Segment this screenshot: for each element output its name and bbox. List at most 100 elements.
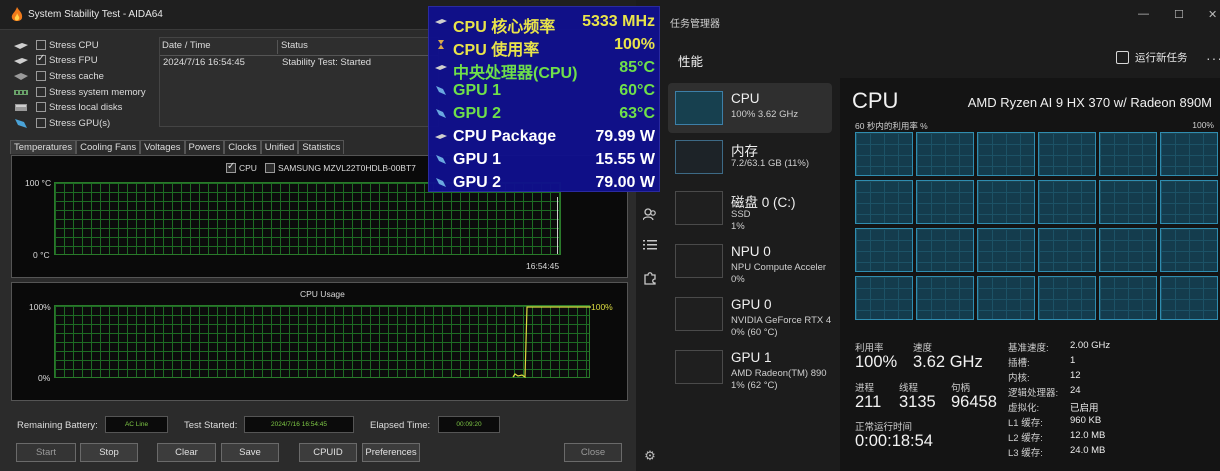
stress-cache-item[interactable]: Stress cache <box>14 69 104 83</box>
disk-icon <box>15 103 27 111</box>
preferences-button[interactable]: Preferences <box>362 443 420 462</box>
clear-button[interactable]: Clear <box>157 443 216 462</box>
gpu-power-icon <box>436 155 446 164</box>
tab-voltages[interactable]: Voltages <box>140 140 185 154</box>
run-new-task-button[interactable]: 运行新任务 <box>1116 50 1188 65</box>
cpu-temp-trace <box>557 197 558 254</box>
logical-processor-graphs <box>855 132 1218 320</box>
cpu-model-name: AMD Ryzen AI 9 HX 370 w/ Radeon 890M <box>967 95 1212 110</box>
stress-disk-item[interactable]: Stress local disks <box>14 100 122 114</box>
device-item-memory[interactable]: 内存 7.2/63.1 GB (11%) <box>668 132 832 182</box>
services-puzzle-icon[interactable] <box>641 271 659 289</box>
cpu-usage-graph: CPU Usage 100% 0% 100% <box>11 282 628 401</box>
logical-processors-label: 逻辑处理器: <box>1008 388 1059 399</box>
details-list-icon[interactable] <box>641 238 659 256</box>
tab-clocks[interactable]: Clocks <box>224 140 261 154</box>
handle-label: 句柄 <box>951 383 971 394</box>
util-label: 利用率 <box>855 343 884 354</box>
device-item-disk[interactable]: 磁盘 0 (C:) SSD 1% <box>668 183 832 233</box>
device-usage: 0% <box>731 274 745 285</box>
device-item-npu[interactable]: NPU 0 NPU Compute Acceler 0% <box>668 236 832 286</box>
sockets-label: 插槽: <box>1008 358 1030 369</box>
virtualization-label: 虚拟化: <box>1008 403 1040 414</box>
stress-disk-checkbox[interactable] <box>36 102 46 112</box>
stress-gpu-item[interactable]: Stress GPU(s) <box>14 116 110 130</box>
gpu-power-icon <box>436 178 446 187</box>
device-item-gpu1[interactable]: GPU 1 AMD Radeon(TM) 890 1% (62 °C) <box>668 342 832 392</box>
cpuid-button[interactable]: CPUID <box>299 443 357 462</box>
window-title: System Stability Test - AIDA64 <box>28 9 163 20</box>
start-button[interactable]: Start <box>16 443 76 462</box>
battery-label: Remaining Battery: <box>17 420 98 431</box>
tab-cooling-fans[interactable]: Cooling Fans <box>76 140 141 154</box>
stress-gpu-label: Stress GPU(s) <box>49 117 111 129</box>
clock-icon <box>435 19 447 24</box>
cpu-power-icon <box>435 134 447 139</box>
elapsed-time-label: Elapsed Time: <box>370 420 431 431</box>
tm-titlebar: 任务管理器 — ☐ ✕ <box>636 0 1220 40</box>
stress-cpu-item[interactable]: Stress CPU <box>14 38 99 52</box>
users-icon[interactable] <box>641 207 659 225</box>
osd-row-gpu2-power: GPU 2 79.00 W <box>429 172 661 194</box>
save-button[interactable]: Save <box>221 443 279 462</box>
legend-cpu-checkbox[interactable] <box>226 161 236 173</box>
close-window-icon[interactable]: ✕ <box>1208 8 1217 21</box>
stress-cache-label: Stress cache <box>49 70 104 82</box>
device-detail: NPU Compute Acceler <box>731 262 827 273</box>
legend-ssd-checkbox[interactable] <box>264 163 275 173</box>
sensor-osd-overlay: CPU 核心频率 5333 MHz CPU 使用率 100% 中央处理器(CPU… <box>428 6 660 192</box>
util-value: 100% <box>855 353 898 371</box>
stress-memory-item[interactable]: Stress system memory <box>14 85 146 99</box>
osd-value: 63°C <box>619 105 655 122</box>
device-item-gpu0[interactable]: GPU 0 NVIDIA GeForce RTX 4 0% (60 °C) <box>668 289 832 339</box>
status-cell-status: Stability Test: Started <box>282 57 372 68</box>
stress-memory-checkbox[interactable] <box>36 87 46 97</box>
logical-processor-graph <box>1099 180 1157 224</box>
maximize-icon[interactable]: ☐ <box>1174 8 1184 21</box>
stress-cpu-checkbox[interactable] <box>36 40 46 50</box>
usage-ymax-label: 100% <box>29 302 51 312</box>
stress-cache-checkbox[interactable] <box>36 71 46 81</box>
settings-gear-icon[interactable]: ⚙ <box>641 447 659 465</box>
device-detail: AMD Radeon(TM) 890 <box>731 368 827 379</box>
handle-value: 96458 <box>951 393 997 411</box>
osd-label: CPU Package <box>453 128 557 145</box>
tab-statistics[interactable]: Statistics <box>298 140 345 154</box>
page-title: 性能 <box>678 55 704 69</box>
minimize-icon[interactable]: — <box>1138 8 1149 20</box>
gpu-temp-icon <box>436 86 446 95</box>
device-detail: 100% 3.62 GHz <box>731 109 799 120</box>
task-manager-window: 任务管理器 — ☐ ✕ ⚙ 性能 运行新任务 ··· <box>636 0 1220 471</box>
osd-value: 85°C <box>619 59 655 76</box>
col-header-status[interactable]: Status <box>279 40 439 54</box>
thread-value: 3135 <box>899 393 936 411</box>
stop-button[interactable]: Stop <box>80 443 138 462</box>
elapsed-time-value: 00:09:20 <box>438 416 500 433</box>
osd-label: GPU 2 <box>453 174 502 191</box>
stress-fpu-item[interactable]: Stress FPU <box>14 53 98 67</box>
tab-powers[interactable]: Powers <box>184 140 225 154</box>
new-task-icon <box>1116 51 1129 64</box>
uptime-label: 正常运行时间 <box>855 422 913 433</box>
cpu-temp-icon <box>435 65 447 70</box>
logical-processor-graph <box>855 132 913 176</box>
close-button[interactable]: Close <box>564 443 622 462</box>
more-options-icon[interactable]: ··· <box>1206 50 1220 66</box>
stress-fpu-checkbox[interactable] <box>36 53 46 65</box>
logical-processor-graph <box>1160 228 1218 272</box>
osd-value: 60°C <box>619 82 655 99</box>
temp-ymin-label: 0 °C <box>33 250 50 260</box>
logical-processor-graph <box>1038 132 1096 176</box>
stress-gpu-checkbox[interactable] <box>36 118 46 128</box>
tab-temperatures[interactable]: Temperatures <box>10 140 77 154</box>
thread-label: 线程 <box>899 383 919 394</box>
osd-row-cpu-usage: CPU 使用率 100% <box>429 34 661 59</box>
hourglass-icon <box>438 40 444 49</box>
tab-unified[interactable]: Unified <box>260 140 299 154</box>
sockets-value: 1 <box>1070 355 1076 366</box>
cores-label: 内核: <box>1008 373 1030 384</box>
col-header-datetime[interactable]: Date / Time <box>160 40 278 54</box>
logical-processor-graph <box>855 276 913 320</box>
device-item-cpu[interactable]: CPU 100% 3.62 GHz <box>668 83 832 133</box>
device-name: 内存 <box>731 144 758 159</box>
